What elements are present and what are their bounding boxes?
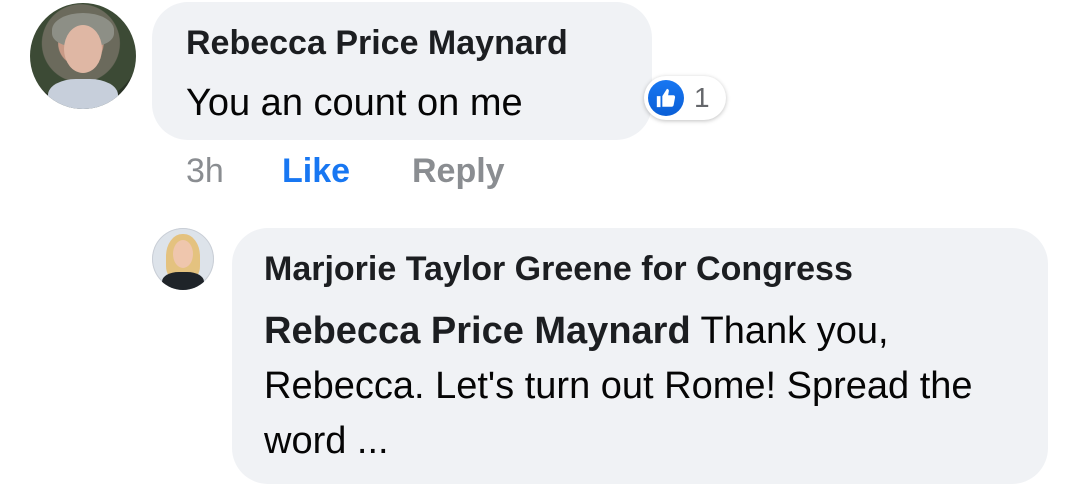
reaction-summary[interactable]: 1 <box>644 76 726 120</box>
reply-button[interactable]: Reply <box>412 152 505 191</box>
reply-bubble: Marjorie Taylor Greene for Congress Rebe… <box>232 228 1048 484</box>
avatar-face <box>173 240 193 268</box>
avatar-shirt <box>162 272 204 290</box>
commenter-avatar[interactable] <box>30 3 136 109</box>
reply-author-name[interactable]: Marjorie Taylor Greene for Congress <box>264 250 853 289</box>
reply-author-avatar[interactable] <box>152 228 214 290</box>
reaction-count: 1 <box>694 82 710 113</box>
like-button[interactable]: Like <box>282 152 350 191</box>
comment-bubble: Rebecca Price Maynard You an count on me <box>152 2 652 140</box>
comment-author-name[interactable]: Rebecca Price Maynard <box>186 24 568 63</box>
like-icon <box>648 80 684 116</box>
comment-thread: Rebecca Price Maynard You an count on me… <box>0 0 1080 493</box>
avatar-face <box>64 25 102 73</box>
reply-mention[interactable]: Rebecca Price Maynard <box>264 310 691 352</box>
comment-text: You an count on me <box>186 82 523 124</box>
reply-text: Rebecca Price Maynard Thank you, Rebecca… <box>264 304 1024 469</box>
comment-timestamp[interactable]: 3h <box>186 152 224 191</box>
avatar-shirt <box>48 79 118 109</box>
